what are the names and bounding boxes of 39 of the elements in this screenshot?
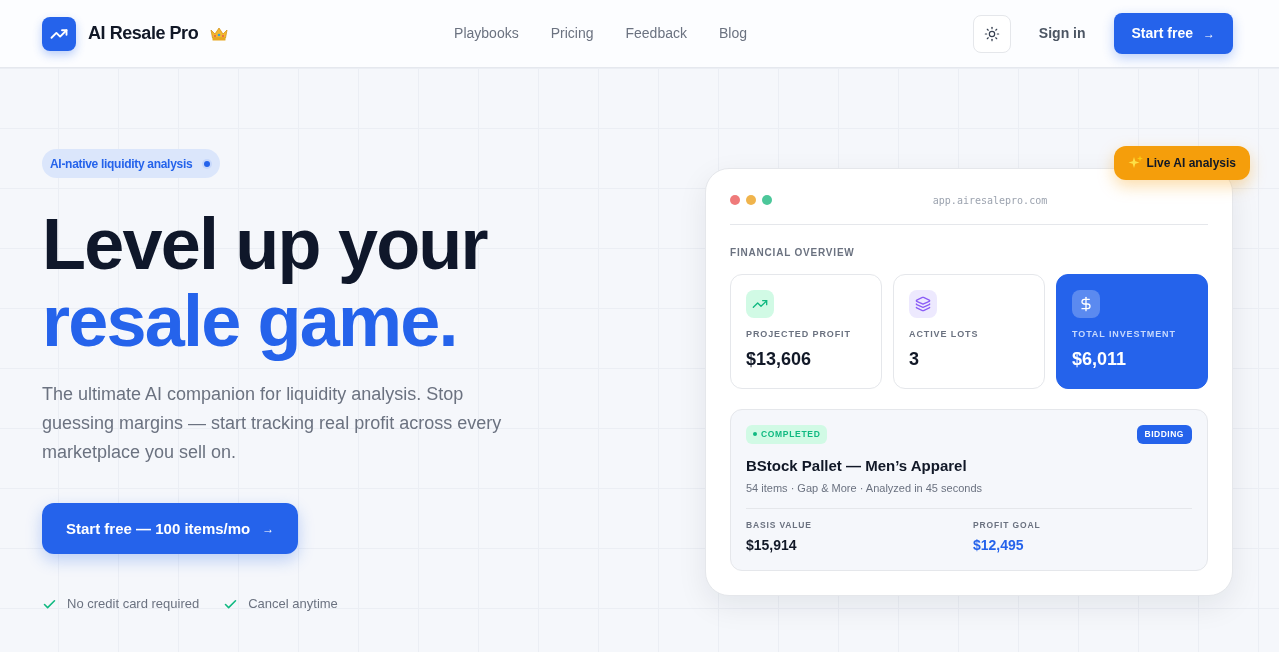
sign-in-link[interactable]: Sign in bbox=[1038, 23, 1086, 44]
status-text: COMPLETED bbox=[761, 427, 821, 441]
hero-description: The ultimate AI companion for liquidity analysis. Stop guessing margins — start tracking real profit across every marketplace you sell on. bbox=[42, 383, 503, 465]
section-label: FINANCIAL OVERVIEW bbox=[730, 245, 856, 260]
figure-label: BASIS VALUE bbox=[746, 518, 813, 532]
headline-accent-text: resale game. bbox=[42, 283, 457, 361]
crown-icon bbox=[210, 26, 229, 41]
theme-toggle-button[interactable] bbox=[972, 14, 1011, 53]
stat-value: 3 bbox=[909, 347, 920, 371]
status-tag: BIDDING bbox=[1136, 424, 1192, 444]
trend-up-icon[interactable] bbox=[42, 16, 76, 51]
stat-value: $6,011 bbox=[1072, 347, 1128, 371]
start-free-button[interactable]: Start free → bbox=[1113, 13, 1233, 54]
stat-label: ACTIVE LOTS bbox=[909, 327, 980, 341]
figure-value: $15,914 bbox=[746, 535, 798, 555]
trend-up-icon bbox=[746, 289, 774, 318]
badge-text: AI-native liquidity analysis bbox=[50, 155, 193, 173]
nav-link[interactable]: Blog bbox=[718, 23, 747, 44]
stat-value: $13,606 bbox=[746, 347, 813, 371]
dollar-icon bbox=[1072, 289, 1100, 318]
nav-link[interactable]: Playbooks bbox=[454, 23, 519, 44]
nav-link[interactable]: Feedback bbox=[625, 23, 687, 44]
figure-label: PROFIT GOAL bbox=[973, 518, 1042, 532]
layers-icon bbox=[909, 289, 937, 318]
nav-link[interactable]: Pricing bbox=[550, 23, 594, 44]
lot-title: BStock Pallet — Men’s Apparel bbox=[746, 455, 968, 476]
stat-label: PROJECTED PROFIT bbox=[746, 327, 852, 341]
url-text: app.airesalepro.com bbox=[932, 193, 1048, 208]
live-badge-text: Live AI analysis bbox=[1146, 154, 1236, 172]
perk-text: Cancel anytime bbox=[248, 595, 338, 614]
stat-label: TOTAL INVESTMENT bbox=[1072, 327, 1177, 341]
figure-value: $12,495 bbox=[973, 535, 1025, 555]
headline-text: Level up your bbox=[42, 206, 487, 284]
sun-icon bbox=[983, 25, 1000, 42]
lot-meta: 54 items · Gap & More · Analyzed in 45 seconds bbox=[746, 480, 983, 496]
dot-icon bbox=[202, 158, 213, 169]
brand-name: AI Resale Pro bbox=[88, 22, 199, 45]
perk-text: No credit card required bbox=[67, 595, 200, 614]
start-free-cta-button[interactable]: Start free — 100 items/mo → bbox=[42, 503, 299, 555]
